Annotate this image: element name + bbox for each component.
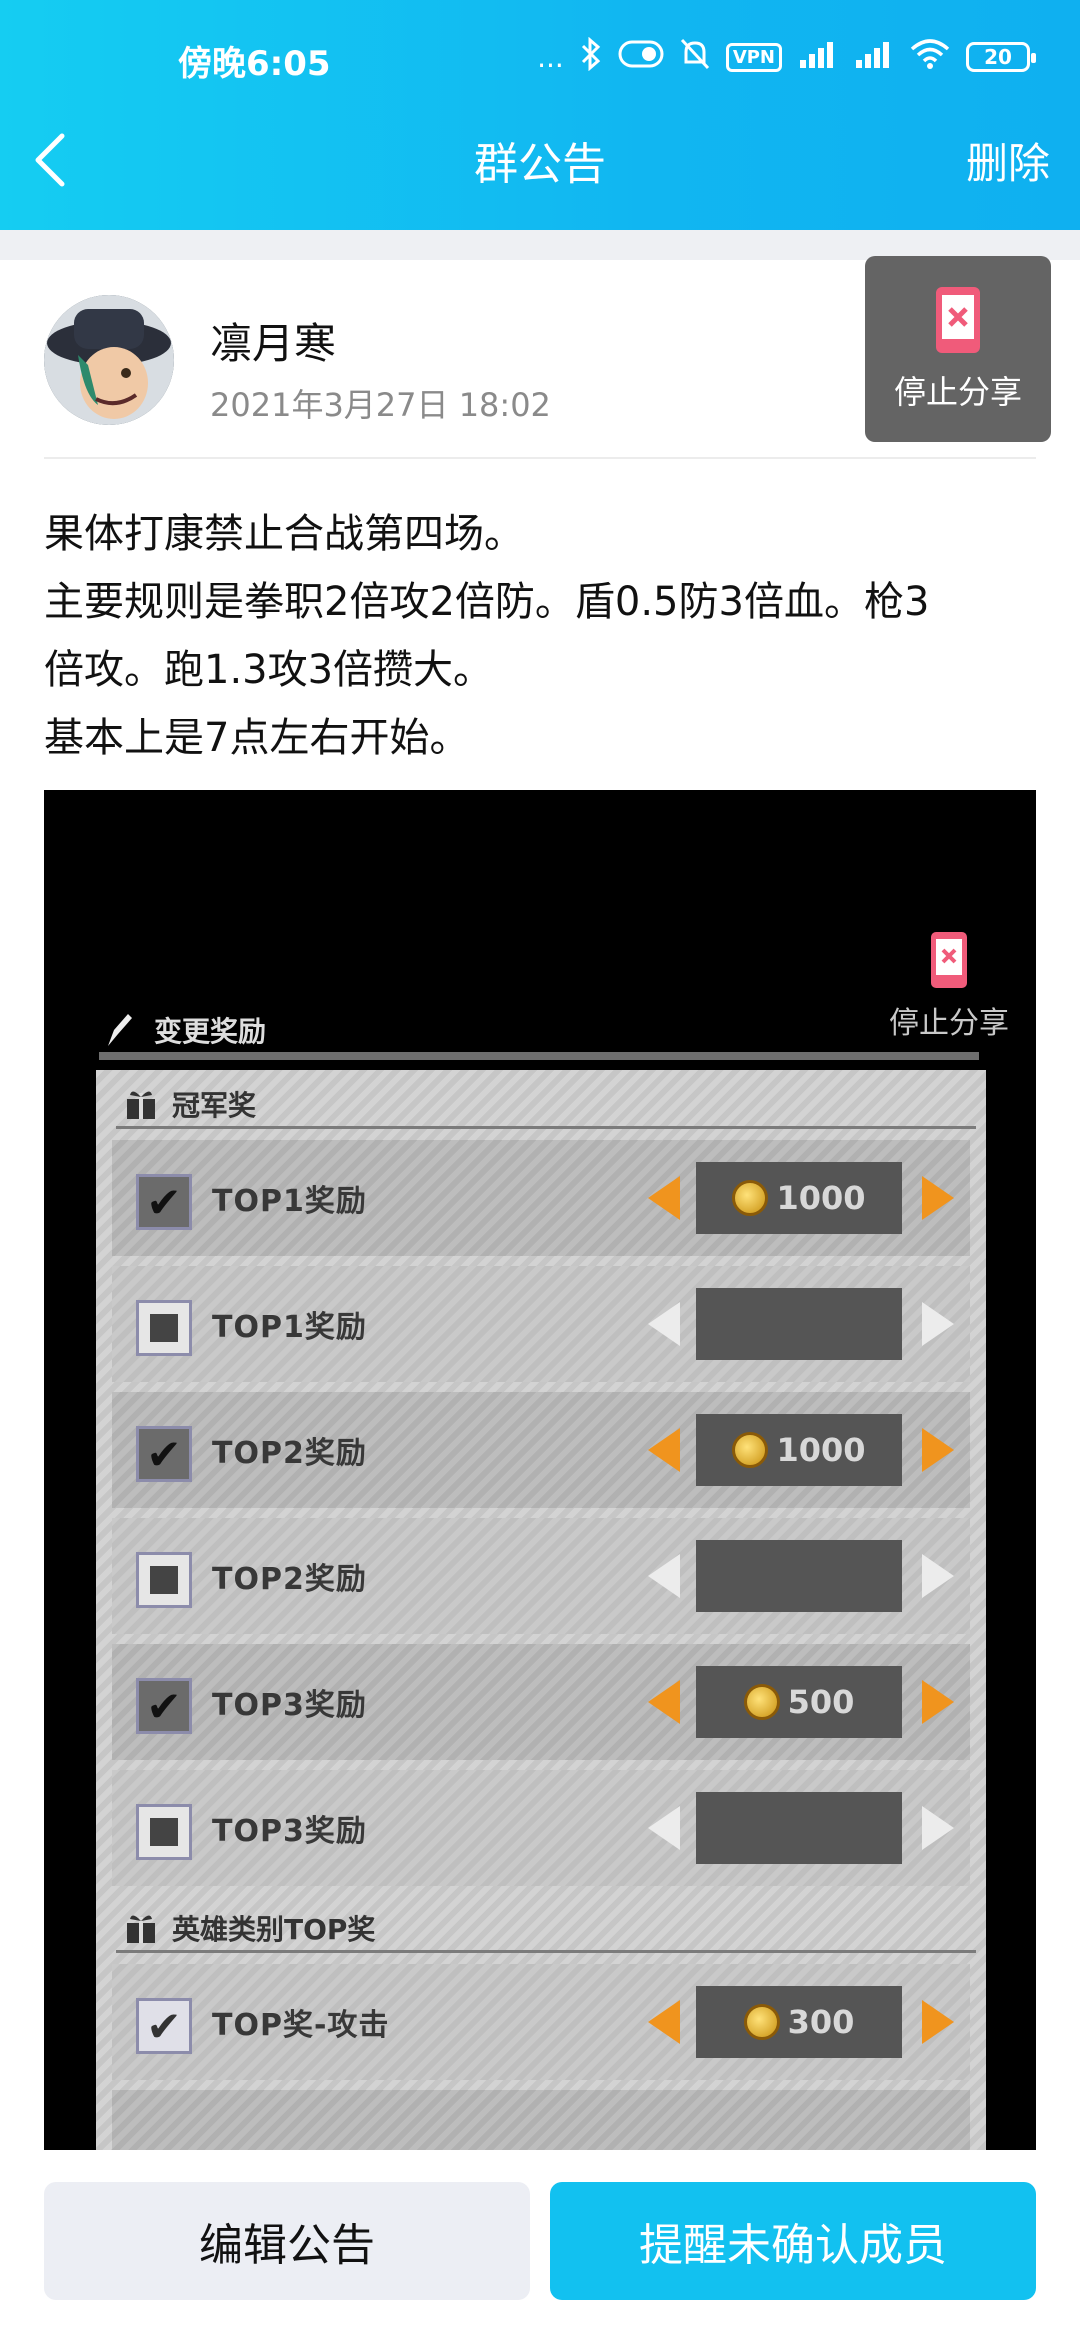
increase-arrow-icon[interactable]	[922, 2000, 954, 2044]
avatar[interactable]	[44, 295, 174, 425]
decrease-arrow-icon[interactable]	[648, 2000, 680, 2044]
reward-value: 500	[696, 1666, 902, 1738]
reward-label: TOP3奖励	[212, 1688, 367, 1723]
announcement-line: 果体打康禁止合战第四场。	[44, 511, 524, 557]
reward-label: TOP2奖励	[212, 1562, 367, 1597]
page-title: 群公告	[474, 139, 606, 190]
toggle-icon	[618, 40, 664, 75]
reward-label: TOP2奖励	[212, 1436, 367, 1471]
reward-value: 1000	[696, 1414, 902, 1486]
checkbox[interactable]: ✔	[136, 1998, 192, 2054]
section-divider	[116, 1950, 976, 1953]
image-stop-share-label: 停止分享	[889, 1006, 1009, 1041]
author-name: 凛月寒	[210, 319, 337, 368]
section-title: 冠军奖	[124, 1082, 256, 1126]
coin-icon	[743, 1684, 780, 1720]
image-header-line	[99, 1052, 979, 1060]
delete-button[interactable]: 删除	[966, 130, 1050, 191]
edit-announcement-button[interactable]: 编辑公告	[44, 2182, 530, 2300]
reward-amount: 1000	[776, 1179, 866, 1217]
reward-label: TOP3奖励	[212, 1814, 367, 1849]
reward-value: 1000	[696, 1162, 902, 1234]
reward-row: TOP2奖励	[112, 1518, 970, 1634]
status-icons: ... VPN 20	[537, 34, 1036, 80]
increase-arrow-icon[interactable]	[922, 1176, 954, 1220]
stop-share-button[interactable]: 停止分享	[865, 256, 1051, 442]
coin-icon	[732, 1432, 769, 1468]
more-dots-icon: ...	[537, 40, 564, 74]
reward-row: TOP1奖励	[112, 1266, 970, 1382]
image-header-title: 变更奖励	[154, 1015, 267, 1048]
image-header: 变更奖励	[104, 1010, 266, 1050]
mute-bell-icon	[680, 38, 710, 77]
remind-members-button[interactable]: 提醒未确认成员	[550, 2182, 1036, 2300]
post-timestamp: 2021年3月27日 18:02	[210, 386, 551, 424]
reward-label: TOP奖-攻击	[212, 2008, 390, 2043]
reward-row: TOP3奖励	[112, 1770, 970, 1886]
checkbox[interactable]: ✔	[136, 1426, 192, 1482]
battery-icon: 20	[966, 42, 1036, 72]
reward-value	[696, 1288, 902, 1360]
increase-arrow-icon[interactable]	[922, 1428, 954, 1472]
reward-value	[696, 1792, 902, 1864]
section-divider	[116, 1126, 976, 1129]
checkbox[interactable]	[136, 1804, 192, 1860]
image-stop-share: 停止分享	[864, 930, 1034, 1042]
author-divider	[44, 457, 1036, 459]
reward-row: ✔ TOP奖-攻击 300	[112, 1964, 970, 2080]
decrease-arrow-icon[interactable]	[648, 1302, 680, 1346]
section-title-label: 冠军奖	[172, 1089, 257, 1122]
stop-share-label: 停止分享	[893, 373, 1022, 411]
checkbox[interactable]: ✔	[136, 1678, 192, 1734]
wifi-icon	[910, 38, 950, 76]
decrease-arrow-icon[interactable]	[648, 1176, 680, 1220]
reward-row: ✔ TOP2奖励 1000	[112, 1392, 970, 1508]
coin-icon	[743, 2004, 780, 2040]
pencil-icon	[108, 1014, 132, 1046]
reward-value	[696, 1540, 902, 1612]
phone-stop-icon	[931, 932, 967, 988]
decrease-arrow-icon[interactable]	[648, 1428, 680, 1472]
status-time: 傍晚6:05	[178, 44, 331, 84]
decrease-arrow-icon[interactable]	[648, 1554, 680, 1598]
increase-arrow-icon[interactable]	[922, 1302, 954, 1346]
checkbox[interactable]	[136, 1552, 192, 1608]
bluetooth-icon	[580, 36, 602, 78]
decrease-arrow-icon[interactable]	[648, 1806, 680, 1850]
reward-label: TOP1奖励	[212, 1310, 367, 1345]
gift-icon	[127, 1915, 155, 1943]
reward-row	[112, 2090, 970, 2150]
vpn-badge: VPN	[725, 42, 782, 72]
reward-row: ✔ TOP1奖励 1000	[112, 1140, 970, 1256]
reward-value: 300	[696, 1986, 902, 2058]
gift-icon	[127, 1091, 155, 1119]
checkbox[interactable]: ✔	[136, 1174, 192, 1230]
reward-label: TOP1奖励	[212, 1184, 367, 1219]
announcement-line: 主要规则是拳职2倍攻2倍防。盾0.5防3倍血。枪3	[44, 579, 930, 625]
signal-hd-icon	[854, 40, 894, 75]
announcement-line: 倍攻。跑1.3攻3倍攒大。	[44, 647, 494, 693]
signal-icon	[798, 40, 838, 75]
increase-arrow-icon[interactable]	[922, 1806, 954, 1850]
reward-row: ✔ TOP3奖励 500	[112, 1644, 970, 1760]
announcement-image[interactable]: 停止分享 变更奖励 冠军奖 ✔ TOP1奖励 1000 TOP1奖励 ✔ TOP…	[44, 790, 1036, 2150]
phone-stop-icon	[936, 287, 980, 353]
checkbox[interactable]	[136, 1300, 192, 1356]
increase-arrow-icon[interactable]	[922, 1554, 954, 1598]
reward-panel: 冠军奖 ✔ TOP1奖励 1000 TOP1奖励 ✔ TOP2奖励 1000 T	[96, 1070, 986, 2150]
coin-icon	[732, 1180, 769, 1216]
section-title-label: 英雄类别TOP奖	[172, 1913, 376, 1946]
increase-arrow-icon[interactable]	[922, 1680, 954, 1724]
section-title: 英雄类别TOP奖	[124, 1906, 375, 1950]
reward-amount: 500	[787, 1683, 855, 1721]
announcement-text: 果体打康禁止合战第四场。 主要规则是拳职2倍攻2倍防。盾0.5防3倍血。枪3 倍…	[44, 500, 1044, 772]
decrease-arrow-icon[interactable]	[648, 1680, 680, 1724]
top-app-bar: 傍晚6:05 ... VPN 20 群公告 删除	[0, 0, 1080, 230]
announcement-line: 基本上是7点左右开始。	[44, 715, 470, 761]
reward-amount: 1000	[776, 1431, 866, 1469]
reward-amount: 300	[787, 2003, 855, 2041]
